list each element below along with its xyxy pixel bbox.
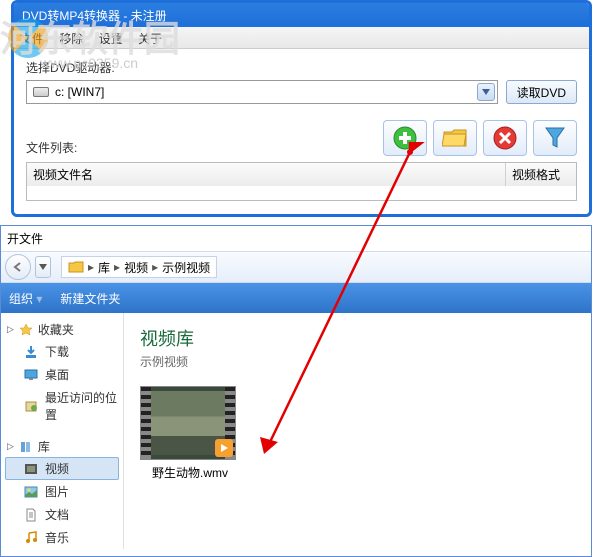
title-bar: DVD转MP4转换器 - 未注册 <box>14 3 589 27</box>
remove-button[interactable] <box>483 120 527 156</box>
menu-remove[interactable]: 移除 <box>59 32 83 46</box>
sidebar-pictures[interactable]: 图片 <box>5 480 119 503</box>
filelist-label: 文件列表: <box>26 139 77 156</box>
folder-icon <box>442 126 468 150</box>
desktop-icon <box>23 367 39 383</box>
recent-dropdown[interactable] <box>35 256 51 278</box>
file-table: 视频文件名 视频格式 <box>26 162 577 201</box>
command-bar: 组织 ▾ 新建文件夹 <box>1 283 591 313</box>
menu-settings[interactable]: 设置 <box>99 32 123 46</box>
video-thumbnail <box>140 386 236 460</box>
sidebar-documents[interactable]: 文档 <box>5 503 119 526</box>
plus-icon <box>392 125 418 151</box>
drive-value: c: [WIN7] <box>55 85 104 99</box>
sidebar-downloads[interactable]: 下载 <box>5 340 119 363</box>
table-body <box>27 186 576 200</box>
menu-file[interactable]: 文件 <box>20 32 44 46</box>
breadcrumb[interactable]: ▸ 库 ▸ 视频 ▸ 示例视频 <box>61 256 217 278</box>
crumb-library[interactable]: 库 <box>98 259 110 276</box>
library-icon <box>18 439 34 455</box>
library-title: 视频库 <box>140 325 575 351</box>
back-button[interactable] <box>5 254 31 280</box>
nav-toolbar: ▸ 库 ▸ 视频 ▸ 示例视频 <box>1 251 591 283</box>
menu-bar: 文件 移除 设置 关于 <box>14 27 589 49</box>
folder-button[interactable] <box>433 120 477 156</box>
file-name: 野生动物.wmv <box>140 464 240 481</box>
new-folder-button[interactable]: 新建文件夹 <box>60 290 120 307</box>
star-icon <box>18 322 34 338</box>
crumb-videos[interactable]: 视频 <box>124 259 148 276</box>
recent-icon <box>23 398 39 414</box>
play-icon <box>215 439 233 457</box>
video-icon <box>23 461 39 477</box>
close-icon <box>492 125 518 151</box>
dialog-title: 开文件 <box>1 226 591 251</box>
sidebar-favorites[interactable]: ▷ 收藏夹 <box>5 319 119 340</box>
file-item[interactable]: 野生动物.wmv <box>140 386 240 481</box>
sidebar-libraries[interactable]: ▷ 库 <box>5 436 119 457</box>
crumb-sep: ▸ <box>88 260 94 274</box>
folder-icon <box>68 259 84 275</box>
music-icon <box>23 530 39 546</box>
file-open-dialog: 开文件 ▸ 库 ▸ 视频 ▸ 示例视频 组织 ▾ 新建文件夹 ▷ <box>0 225 592 557</box>
crumb-sample[interactable]: 示例视频 <box>162 259 210 276</box>
col-filename[interactable]: 视频文件名 <box>27 163 506 186</box>
menu-about[interactable]: 关于 <box>138 32 162 46</box>
back-icon <box>12 261 24 273</box>
content-pane: 视频库 示例视频 野生动物.wmv <box>124 313 591 549</box>
drive-dropdown-button[interactable] <box>477 83 495 101</box>
drive-select[interactable]: c: [WIN7] <box>26 80 498 104</box>
sidebar-recent[interactable]: 最近访问的位置 <box>5 386 119 426</box>
read-dvd-button[interactable]: 读取DVD <box>506 80 577 104</box>
add-button[interactable] <box>383 120 427 156</box>
col-format[interactable]: 视频格式 <box>506 163 576 186</box>
download-icon <box>23 344 39 360</box>
chevron-down-icon <box>39 264 47 270</box>
crumb-sep: ▸ <box>152 260 158 274</box>
library-subtitle: 示例视频 <box>140 353 575 370</box>
sidebar-desktop[interactable]: 桌面 <box>5 363 119 386</box>
sidebar-music[interactable]: 音乐 <box>5 526 119 549</box>
picture-icon <box>23 484 39 500</box>
organize-menu[interactable]: 组织 ▾ <box>9 290 42 307</box>
funnel-icon <box>543 125 567 151</box>
sidebar-videos[interactable]: 视频 <box>5 457 119 480</box>
drive-label: 选择DVD驱动器: <box>26 59 577 76</box>
converter-window: DVD转MP4转换器 - 未注册 文件 移除 设置 关于 选择DVD驱动器: c… <box>11 0 592 217</box>
sidebar: ▷ 收藏夹 下载 桌面 最近访问的位置 <box>1 313 124 549</box>
crumb-sep: ▸ <box>114 260 120 274</box>
document-icon <box>23 507 39 523</box>
drive-icon <box>33 87 49 97</box>
filter-button[interactable] <box>533 120 577 156</box>
